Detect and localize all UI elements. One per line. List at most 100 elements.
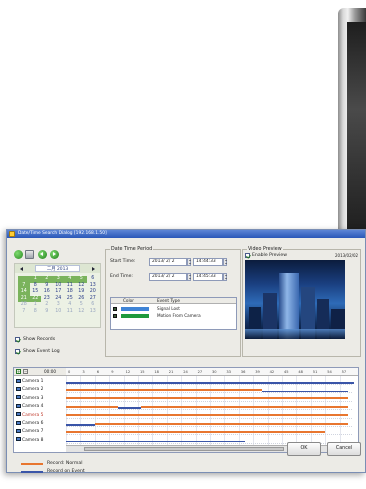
zoom-out-icon[interactable]: − [23, 369, 28, 374]
show-records-checkbox[interactable] [15, 337, 20, 342]
event-name: Signal Lost [157, 306, 180, 311]
calendar-day[interactable]: 2 [41, 276, 53, 283]
event-row[interactable]: Motion From Camera [111, 313, 236, 319]
previous-button[interactable] [38, 250, 47, 259]
enable-preview-label: Enable Preview [252, 253, 287, 258]
end-date-field[interactable]: 2013/ 2/ 2 [149, 273, 187, 281]
camera-row-label[interactable]: Camera 2 [16, 386, 43, 393]
record-normal-segment[interactable] [66, 397, 349, 400]
calendar-prev-icon[interactable] [20, 267, 23, 271]
end-time-field[interactable]: 14:45:33 [193, 273, 223, 281]
calendar-day[interactable]: 28 [18, 302, 30, 309]
camera-row-label[interactable]: Camera 3 [16, 395, 43, 402]
timeline-tick: 27 [197, 370, 203, 374]
camera-row-label[interactable]: Camera 1 [16, 378, 43, 385]
record-event-segment[interactable] [66, 440, 245, 443]
show-event-log-checkbox[interactable] [15, 349, 20, 354]
calendar-day[interactable]: 2 [41, 302, 53, 309]
camera-row-label[interactable]: Camera 4 [16, 403, 43, 410]
record-normal-segment[interactable] [66, 414, 349, 417]
camera-row-label[interactable]: Camera 6 [16, 420, 43, 427]
calendar-day[interactable]: 8 [30, 309, 42, 316]
end-time-spinner[interactable] [223, 273, 227, 281]
video-preview-image [245, 260, 345, 339]
calendar-day[interactable]: 3 [52, 276, 64, 283]
calendar-day[interactable]: 1 [30, 302, 42, 309]
calendar-day[interactable]: 4 [64, 276, 76, 283]
calendar-day[interactable]: 20 [87, 289, 99, 296]
record-event-segment[interactable] [261, 390, 349, 392]
camera-row-label[interactable]: Camera 7 [16, 428, 43, 435]
calendar-day[interactable]: 15 [30, 289, 42, 296]
start-date-field[interactable]: 2013/ 2/ 2 [149, 258, 187, 266]
camera-track[interactable] [66, 403, 352, 411]
camera-icon [16, 412, 21, 417]
record-event-segment[interactable] [117, 407, 141, 409]
calendar-day[interactable]: 1 [29, 276, 41, 283]
calendar-day[interactable]: 6 [87, 302, 99, 309]
camera-track[interactable] [66, 420, 352, 427]
calendar-day[interactable]: 10 [53, 309, 65, 316]
ok-button[interactable]: OK [287, 442, 321, 456]
event-type-table[interactable]: Color Event Type Signal Lost Motion From… [110, 297, 237, 330]
color-column-header: Color [123, 298, 134, 303]
timeline-tick: 18 [154, 370, 159, 374]
camera-track[interactable] [66, 412, 352, 419]
camera-icon [16, 395, 21, 400]
calendar-week-row: 14 15 16 17 18 19 20 [18, 289, 99, 296]
scrollbar-thumb[interactable] [84, 447, 284, 451]
record-timeline[interactable]: + − 00:00 0 3 6 9 12 15 18 21 24 27 30 33 36 39 42 45 48… [13, 367, 359, 453]
calendar-day[interactable]: 9 [41, 309, 53, 316]
calendar-day[interactable]: 7 [18, 309, 30, 316]
record-normal-segment[interactable] [66, 388, 262, 391]
record-event-segment[interactable] [66, 424, 95, 426]
camera-track[interactable] [66, 428, 352, 436]
calendar-day[interactable]: 18 [64, 289, 76, 296]
event-checkbox[interactable] [113, 313, 117, 318]
delete-button[interactable] [25, 250, 34, 259]
camera-row-label[interactable]: Camera 5 [16, 412, 43, 419]
record-normal-segment[interactable] [94, 422, 349, 425]
refresh-button[interactable] [14, 250, 23, 259]
legend-normal-label: Record: Normal [47, 461, 83, 466]
calendar-day[interactable]: 12 [76, 309, 88, 316]
start-time-spinner[interactable] [223, 258, 227, 266]
camera-track[interactable] [66, 378, 354, 385]
calendar[interactable]: 二月 2013 1 2 3 4 5 6 7 8 9 10 11 12 13 14 15 16 17 18 19 20 2… [14, 263, 101, 328]
calendar-day[interactable]: 13 [87, 309, 99, 316]
end-date-spinner[interactable] [187, 273, 191, 281]
calendar-day[interactable]: 5 [75, 276, 87, 283]
record-normal-segment[interactable] [140, 405, 349, 408]
calendar-day[interactable]: 17 [53, 289, 65, 296]
calendar-day[interactable]: 16 [41, 289, 53, 296]
app-icon [9, 231, 15, 237]
calendar-day[interactable]: 3 [53, 302, 65, 309]
camera-track[interactable] [66, 395, 352, 402]
calendar-day[interactable]: 14 [18, 289, 30, 296]
zoom-in-icon[interactable]: + [16, 369, 21, 374]
calendar-grid: 1 2 3 4 5 6 7 8 9 10 11 12 13 14 15 16 17 18 19 20 21 22 23 24 2… [18, 276, 99, 316]
video-preview-title: Video Preview [247, 247, 283, 252]
calendar-day[interactable]: 11 [64, 309, 76, 316]
record-normal-segment[interactable] [66, 405, 118, 408]
next-button[interactable] [50, 250, 59, 259]
record-event-segment[interactable] [66, 382, 354, 384]
calendar-day[interactable] [18, 276, 30, 283]
calendar-next-icon[interactable] [92, 267, 95, 271]
record-normal-segment[interactable] [66, 430, 326, 433]
enable-preview-checkbox[interactable] [245, 253, 250, 258]
start-date-spinner[interactable] [187, 258, 191, 266]
calendar-day[interactable]: 5 [76, 302, 88, 309]
event-name: Motion From Camera [157, 313, 201, 318]
calendar-day[interactable]: 19 [76, 289, 88, 296]
calendar-month[interactable]: 二月 2013 [35, 265, 80, 272]
calendar-day[interactable]: 4 [64, 302, 76, 309]
event-row[interactable]: Signal Lost [111, 306, 236, 312]
camera-row-label[interactable]: Camera 8 [16, 437, 43, 444]
start-time-field[interactable]: 14:44:33 [193, 258, 223, 266]
calendar-day[interactable]: 6 [87, 276, 99, 283]
camera-track[interactable] [66, 386, 352, 394]
camera-name: Camera 3 [22, 395, 44, 401]
event-checkbox[interactable] [113, 306, 117, 311]
cancel-button[interactable]: Cancel [327, 442, 361, 456]
